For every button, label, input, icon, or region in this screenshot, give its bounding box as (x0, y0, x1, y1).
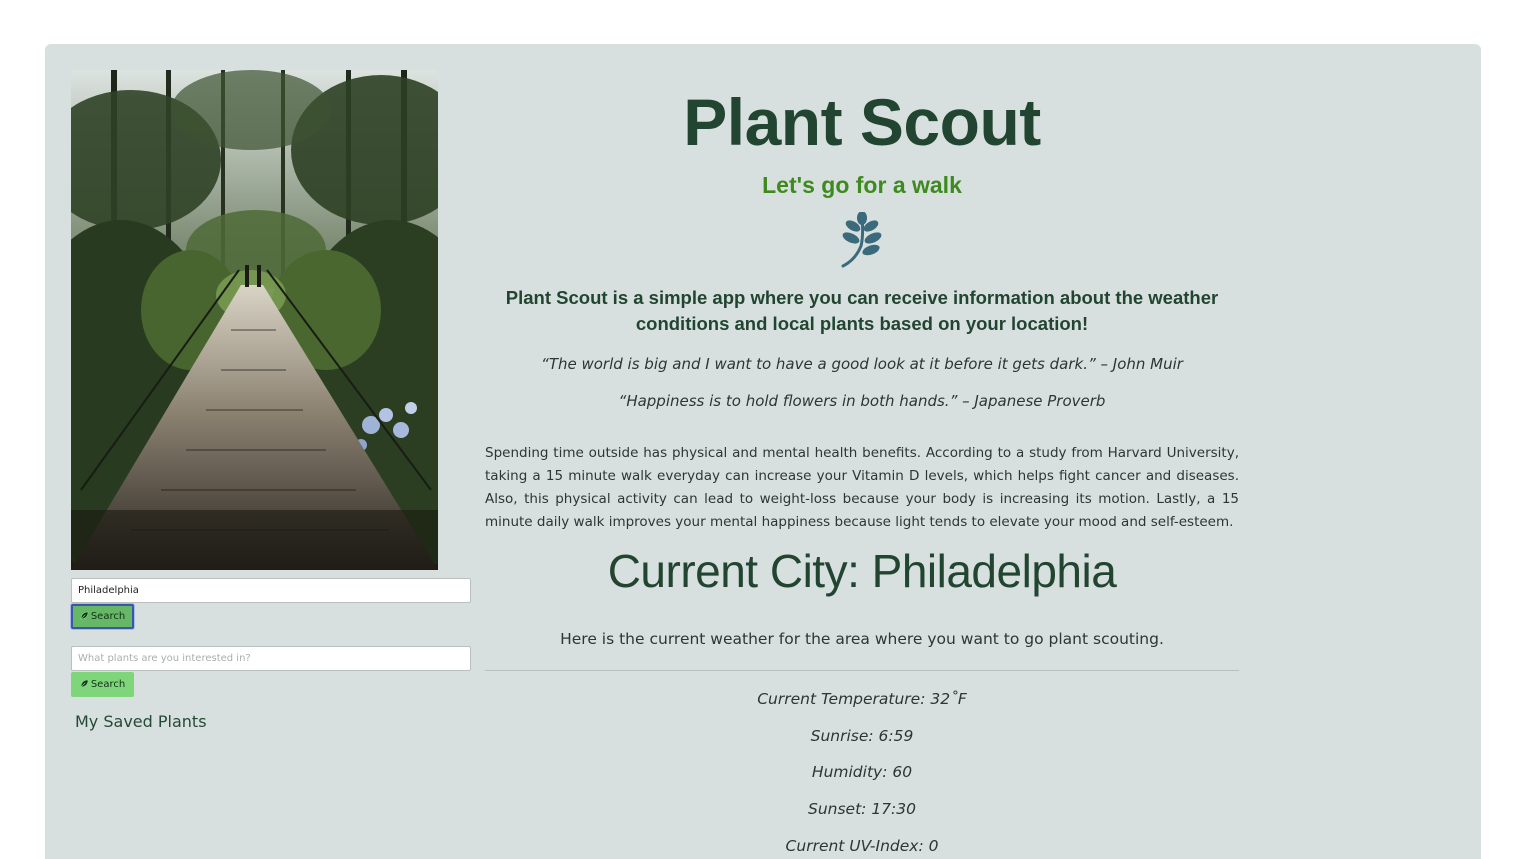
current-temperature: Current Temperature: 32˚F (757, 690, 967, 708)
page-title: Plant Scout (683, 85, 1041, 159)
saved-plants-heading: My Saved Plants (75, 712, 207, 731)
humidity: Humidity: 60 (811, 763, 913, 781)
weather-intro: Here is the current weather for the area… (560, 630, 1164, 648)
city-search-button[interactable]: Search (71, 604, 134, 629)
plant-search-button-label: Search (90, 679, 126, 690)
sunrise-time: Sunrise: 6:59 (810, 727, 914, 745)
current-city-heading: Current City: Philadelphia (607, 545, 1117, 597)
tagline: Let's go for a walk (762, 172, 962, 198)
leaf-icon (80, 679, 89, 691)
health-benefits-text: Spending time outside has physical and m… (485, 445, 1239, 530)
app-intro: Plant Scout is a simple app where you ca… (505, 287, 1219, 334)
divider (485, 670, 1239, 671)
leaf-branch-icon (841, 212, 882, 268)
forest-bridge-photo (71, 70, 438, 570)
plant-search-button[interactable]: Search (71, 672, 134, 697)
city-search-button-label: Search (90, 611, 126, 622)
quote-japanese-proverb: “Happiness is to hold flowers in both ha… (618, 392, 1106, 410)
city-search-input[interactable] (71, 578, 471, 603)
main-card: Search Search My Saved Plants Plant Scou… (45, 44, 1481, 859)
uv-index: Current UV-Index: 0 (785, 837, 939, 855)
quote-john-muir: “The world is big and I want to have a g… (541, 355, 1183, 373)
leaf-icon (80, 611, 89, 623)
sunset-time: Sunset: 17:30 (808, 800, 916, 818)
plant-search-input[interactable] (71, 646, 471, 671)
